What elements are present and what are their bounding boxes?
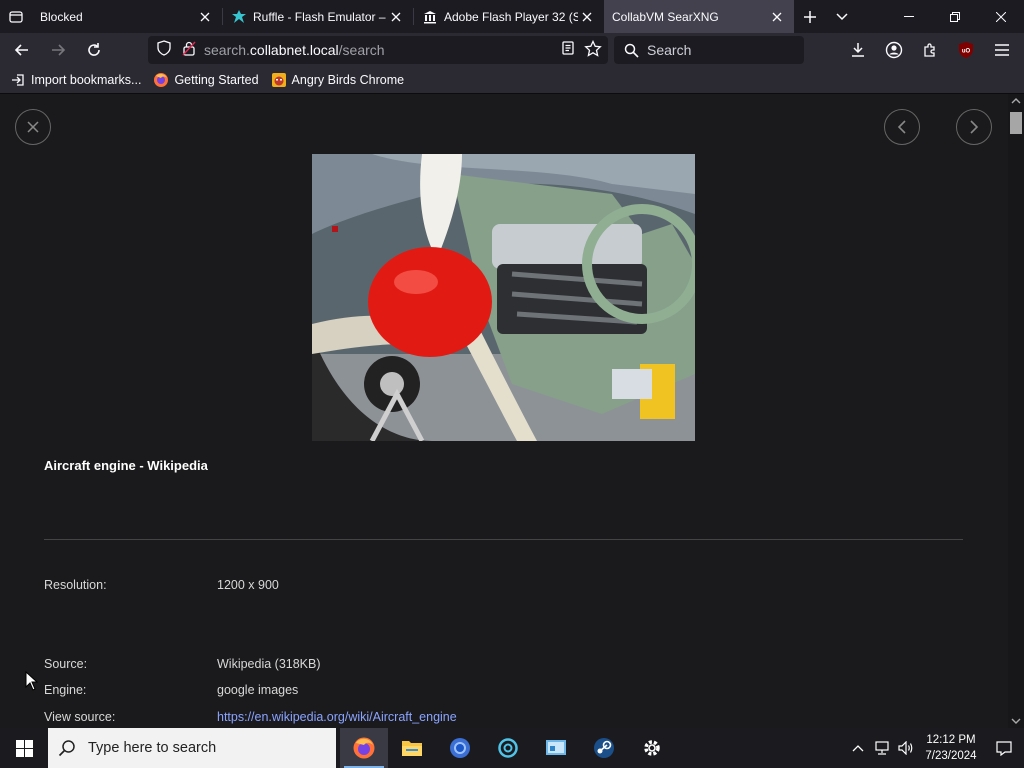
search-placeholder: Search xyxy=(647,42,692,58)
chevron-up-icon[interactable] xyxy=(846,728,870,768)
control-panel-icon xyxy=(546,740,566,755)
minimize-button[interactable] xyxy=(886,0,932,33)
close-icon[interactable] xyxy=(387,8,405,26)
taskbar-control-panel[interactable] xyxy=(532,728,580,768)
network-icon[interactable] xyxy=(870,728,894,768)
windows-taskbar: Type here to search 12:12 PM 7/23/2024 xyxy=(0,728,1024,768)
taskbar-app-ring[interactable] xyxy=(484,728,532,768)
detail-key: Source: xyxy=(44,657,88,671)
bookmark-getting-started[interactable]: Getting Started xyxy=(153,72,259,88)
gear-icon xyxy=(644,740,660,756)
tab-title: Adobe Flash Player 32 (St xyxy=(444,9,578,24)
chrome-icon xyxy=(450,738,470,758)
image-detail-view: Aircraft engine - Wikipedia Resolution: … xyxy=(0,94,1008,728)
detail-value: 1200 x 900 xyxy=(217,578,279,592)
shield-icon[interactable] xyxy=(156,39,172,61)
windows-logo-icon xyxy=(15,739,33,757)
import-icon xyxy=(10,72,26,88)
back-button[interactable] xyxy=(4,35,40,65)
firefox-icon xyxy=(353,737,375,759)
angry-birds-icon xyxy=(271,72,287,88)
taskbar-search-placeholder: Type here to search xyxy=(88,740,217,756)
detail-key: Engine: xyxy=(44,683,87,697)
navigation-toolbar: search.collabnet.local/search Search uO xyxy=(0,33,1024,67)
volume-icon[interactable] xyxy=(894,728,918,768)
detail-value: Wikipedia (318KB) xyxy=(217,657,321,671)
taskbar-firefox[interactable] xyxy=(340,728,388,768)
taskbar-search-box[interactable]: Type here to search xyxy=(48,728,336,768)
lock-icon[interactable] xyxy=(182,40,196,61)
mouse-cursor-icon xyxy=(25,671,39,691)
ring-app-icon xyxy=(498,738,518,758)
firefox-icon xyxy=(153,72,169,88)
folder-icon xyxy=(402,741,422,756)
view-source-link[interactable]: https://en.wikipedia.org/wiki/Aircraft_e… xyxy=(217,710,457,724)
new-tab-button[interactable] xyxy=(794,0,826,33)
account-icon[interactable] xyxy=(876,35,912,65)
result-title: Aircraft engine - Wikipedia xyxy=(44,458,208,473)
bookmark-star-icon[interactable] xyxy=(584,39,602,63)
download-icon[interactable] xyxy=(840,35,876,65)
system-tray: 12:12 PM 7/23/2024 xyxy=(846,728,1024,768)
tab-bar: Blocked Ruffle - Flash Emulator – Ju Ado… xyxy=(0,0,1024,33)
divider xyxy=(44,539,963,540)
chevron-down-icon[interactable] xyxy=(826,0,858,33)
tab-title: Ruffle - Flash Emulator – Ju xyxy=(253,9,387,24)
bookmarks-toolbar: Import bookmarks... Getting Started Angr… xyxy=(0,67,1024,94)
notification-icon[interactable] xyxy=(984,728,1024,768)
museum-icon xyxy=(422,9,438,25)
hamburger-menu-icon[interactable] xyxy=(984,35,1020,65)
url-bar[interactable]: search.collabnet.local/search xyxy=(148,36,608,64)
close-icon[interactable] xyxy=(196,8,214,26)
steam-icon xyxy=(594,738,614,758)
scroll-thumb[interactable] xyxy=(1010,112,1022,134)
svg-text:uO: uO xyxy=(962,49,971,55)
page-scrollbar[interactable] xyxy=(1008,94,1024,728)
bookmark-angry-birds[interactable]: Angry Birds Chrome xyxy=(271,72,405,88)
tab-title: Blocked xyxy=(40,9,83,24)
ublock-origin-icon[interactable]: uO xyxy=(948,35,984,65)
reader-view-icon[interactable] xyxy=(560,40,576,63)
ruffle-icon xyxy=(231,9,247,25)
close-detail-button[interactable] xyxy=(15,109,51,145)
close-icon[interactable] xyxy=(768,8,786,26)
close-icon[interactable] xyxy=(578,8,596,26)
start-button[interactable] xyxy=(0,728,48,768)
search-icon xyxy=(58,740,75,757)
search-icon xyxy=(624,43,639,58)
bookmark-label: Getting Started xyxy=(174,73,259,87)
detail-value: google images xyxy=(217,683,299,697)
detail-key: View source: xyxy=(44,710,116,724)
tab-adobe-flash[interactable]: Adobe Flash Player 32 (St xyxy=(414,0,604,33)
tab-blocked[interactable]: Blocked xyxy=(32,0,222,33)
reload-button[interactable] xyxy=(76,35,112,65)
tab-list-icon[interactable] xyxy=(0,0,32,33)
tab-title: CollabVM SearXNG xyxy=(612,9,719,24)
scroll-down-icon[interactable] xyxy=(1011,716,1021,726)
extensions-icon[interactable] xyxy=(912,35,948,65)
bookmark-import[interactable]: Import bookmarks... xyxy=(10,72,141,88)
previous-image-button[interactable] xyxy=(884,109,920,145)
search-bar[interactable]: Search xyxy=(614,36,804,64)
bookmark-label: Import bookmarks... xyxy=(31,73,142,87)
clock-time: 12:12 PM xyxy=(926,734,976,746)
clock[interactable]: 12:12 PM 7/23/2024 xyxy=(918,732,984,764)
taskbar-steam[interactable] xyxy=(580,728,628,768)
url-text: search.collabnet.local/search xyxy=(204,42,385,58)
forward-button[interactable] xyxy=(40,35,76,65)
scroll-up-icon[interactable] xyxy=(1011,96,1021,106)
clock-date: 7/23/2024 xyxy=(925,750,977,762)
taskbar-settings[interactable] xyxy=(628,728,676,768)
restore-button[interactable] xyxy=(932,0,978,33)
taskbar-chrome[interactable] xyxy=(436,728,484,768)
bookmark-label: Angry Birds Chrome xyxy=(291,73,405,87)
tab-ruffle[interactable]: Ruffle - Flash Emulator – Ju xyxy=(223,0,413,33)
tab-collabvm-searxng[interactable]: CollabVM SearXNG xyxy=(604,0,794,33)
next-image-button[interactable] xyxy=(956,109,992,145)
taskbar-file-explorer[interactable] xyxy=(388,728,436,768)
detail-key: Resolution: xyxy=(44,578,107,592)
close-window-button[interactable] xyxy=(978,0,1024,33)
result-image[interactable] xyxy=(312,154,695,441)
